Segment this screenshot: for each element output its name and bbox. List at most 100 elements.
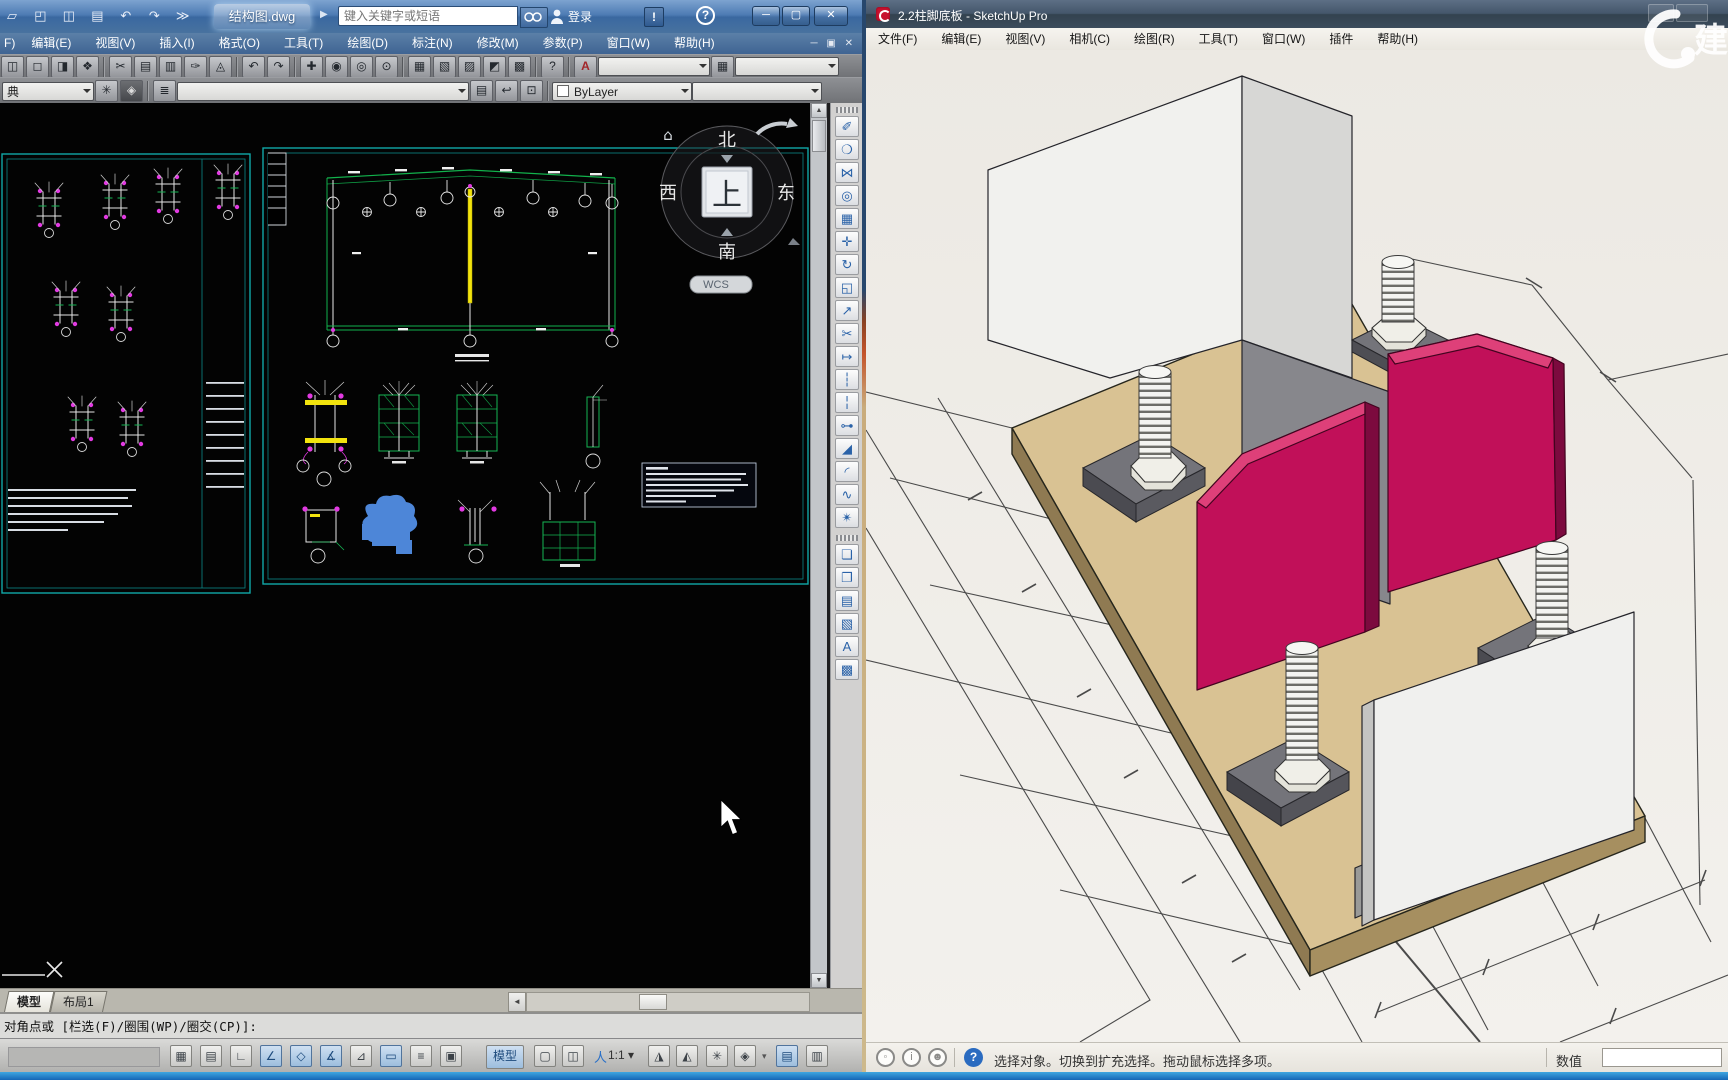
menu-modify[interactable]: 修改(M) — [465, 33, 531, 54]
blend-curves-button[interactable]: ∿ — [835, 484, 859, 505]
linetype-dropdown[interactable] — [692, 82, 822, 101]
text-style-button[interactable]: A — [574, 56, 597, 78]
print-button[interactable]: ◫ — [1, 56, 24, 78]
qat-more-icon[interactable]: ≫ — [172, 5, 194, 26]
bring-to-front-button[interactable]: ❏ — [835, 544, 859, 565]
etransmit-button[interactable]: ❖ — [76, 56, 99, 78]
undo-button[interactable]: ↶ — [242, 56, 265, 78]
su-menu-tools[interactable]: 工具(T) — [1187, 29, 1250, 50]
layer-states-button[interactable]: ▤ — [470, 80, 493, 102]
scale-button[interactable]: ◱ — [835, 277, 859, 298]
join-button[interactable]: ⊶ — [835, 415, 859, 436]
publish-button[interactable]: ◨ — [51, 56, 74, 78]
erase-button[interactable]: ✐ — [835, 116, 859, 137]
menu-window[interactable]: 窗口(W) — [595, 33, 662, 54]
command-line[interactable]: 对角点或 [栏选(F)/圈围(WP)/圈交(CP)]: — [0, 1012, 862, 1038]
open-icon[interactable]: ◰ — [29, 5, 51, 26]
block-editor-button[interactable]: ◬ — [209, 56, 232, 78]
toolbar-lock-button[interactable]: ◈ — [734, 1045, 756, 1067]
polar-toggle[interactable]: ∠ — [260, 1045, 282, 1067]
break-button[interactable]: ╎ — [835, 392, 859, 413]
lineweight-toggle[interactable]: ≡ — [410, 1045, 432, 1067]
close-button[interactable]: ✕ — [814, 6, 848, 26]
color-dropdown[interactable]: ByLayer — [552, 82, 692, 101]
communication-center-icon[interactable]: ! — [644, 7, 664, 27]
su-menu-draw[interactable]: 绘图(R) — [1122, 29, 1187, 50]
menu-file-partial[interactable]: F) — [0, 33, 19, 54]
array-button[interactable]: ▦ — [835, 208, 859, 229]
text-style-dropdown[interactable] — [598, 57, 710, 76]
status-extra-button[interactable]: ▥ — [806, 1045, 828, 1067]
layer-isolate-button[interactable]: ⊡ — [520, 80, 543, 102]
cut-button[interactable]: ✂ — [109, 56, 132, 78]
send-under-button[interactable]: ▧ — [835, 613, 859, 634]
ducs-toggle[interactable]: ⊿ — [350, 1045, 372, 1067]
canvas-vscrollbar[interactable]: ▲ ▼ — [810, 103, 827, 988]
sign-in-link[interactable]: 登录 — [568, 8, 592, 25]
workspace-lock-button[interactable]: ◈ — [120, 80, 143, 102]
help-icon[interactable]: ? — [696, 6, 715, 25]
help-icon[interactable]: ? — [964, 1048, 983, 1067]
rotate-button[interactable]: ↻ — [835, 254, 859, 275]
workspace-settings-button[interactable]: ✳ — [95, 80, 118, 102]
break-at-point-button[interactable]: ┆ — [835, 369, 859, 390]
menu-edit[interactable]: 编辑(E) — [19, 33, 83, 54]
dyn-toggle[interactable]: ▭ — [380, 1045, 402, 1067]
canvas-hscrollbar[interactable] — [526, 992, 810, 1012]
su-menu-plugins[interactable]: 插件 — [1317, 29, 1365, 50]
menu-tools[interactable]: 工具(T) — [272, 33, 335, 54]
menu-draw[interactable]: 绘图(D) — [335, 33, 400, 54]
zoom-realtime-button[interactable]: ◉ — [325, 56, 348, 78]
snap-toggle[interactable]: ▦ — [170, 1045, 192, 1067]
scroll-up-icon[interactable]: ▲ — [811, 103, 827, 118]
search-input[interactable] — [338, 6, 518, 26]
copy-clip-button[interactable]: ▤ — [134, 56, 157, 78]
su-maximize-button[interactable] — [1648, 4, 1674, 22]
plot-preview-button[interactable]: ◻ — [26, 56, 49, 78]
file-tab[interactable]: 结构图.dwg — [214, 4, 310, 29]
offset-button[interactable]: ◎ — [835, 185, 859, 206]
chamfer-button[interactable]: ◢ — [835, 438, 859, 459]
move-button[interactable]: ✛ — [835, 231, 859, 252]
workspace-dropdown[interactable]: 典 — [2, 82, 94, 101]
redo-button[interactable]: ↷ — [267, 56, 290, 78]
paste-button[interactable]: ▥ — [159, 56, 182, 78]
su-menu-camera[interactable]: 相机(C) — [1057, 29, 1122, 50]
tab-model[interactable]: 模型 — [4, 991, 55, 1014]
su-menu-view[interactable]: 视图(V) — [993, 29, 1057, 50]
osnap-toggle[interactable]: ◇ — [290, 1045, 312, 1067]
doc-window-controls[interactable]: ─ ▣ ✕ — [811, 38, 856, 49]
text-to-front-button[interactable]: A — [835, 636, 859, 657]
measurements-input[interactable] — [1602, 1048, 1722, 1067]
acad-drawing-area[interactable]: 北 南 西 东 上 ⌂ WCS — [0, 103, 862, 988]
properties-button[interactable]: ▦ — [408, 56, 431, 78]
table-style-button[interactable]: ▦ — [711, 56, 734, 78]
stretch-button[interactable]: ↗ — [835, 300, 859, 321]
designcenter-button[interactable]: ▧ — [433, 56, 456, 78]
toolbar-grip[interactable] — [836, 535, 858, 541]
nav-arrow-icon[interactable]: ▶ — [320, 9, 328, 20]
send-to-back-button[interactable]: ❐ — [835, 567, 859, 588]
save-icon[interactable]: ◫ — [58, 5, 80, 26]
ortho-toggle[interactable]: ∟ — [230, 1045, 252, 1067]
zoom-window-button[interactable]: ◎ — [350, 56, 373, 78]
trim-button[interactable]: ✂ — [835, 323, 859, 344]
quick-view-layouts-button[interactable]: ▢ — [534, 1045, 556, 1067]
menu-insert[interactable]: 插入(I) — [147, 33, 206, 54]
su-menu-help[interactable]: 帮助(H) — [1365, 29, 1430, 50]
mirror-button[interactable]: ⋈ — [835, 162, 859, 183]
menu-dimension[interactable]: 标注(N) — [400, 33, 465, 54]
grid-toggle[interactable]: ▤ — [200, 1045, 222, 1067]
quick-calc-button[interactable]: ▩ — [508, 56, 531, 78]
annotation-scale-button[interactable]: 1:1 ▾ — [608, 1048, 634, 1062]
model-3d-view[interactable] — [866, 50, 1728, 1042]
match-properties-button[interactable]: ✑ — [184, 56, 207, 78]
annotation-visibility-button[interactable]: ◮ — [648, 1045, 670, 1067]
autoscale-button[interactable]: ◭ — [676, 1045, 698, 1067]
su-menu-window[interactable]: 窗口(W) — [1250, 29, 1317, 50]
quick-properties-toggle[interactable]: ▣ — [440, 1045, 462, 1067]
clean-screen-button[interactable]: ▤ — [776, 1045, 798, 1067]
layer-properties-button[interactable]: ≣ — [153, 80, 176, 102]
scroll-down-icon[interactable]: ▼ — [811, 973, 827, 988]
maximize-button[interactable]: ▢ — [782, 6, 810, 26]
